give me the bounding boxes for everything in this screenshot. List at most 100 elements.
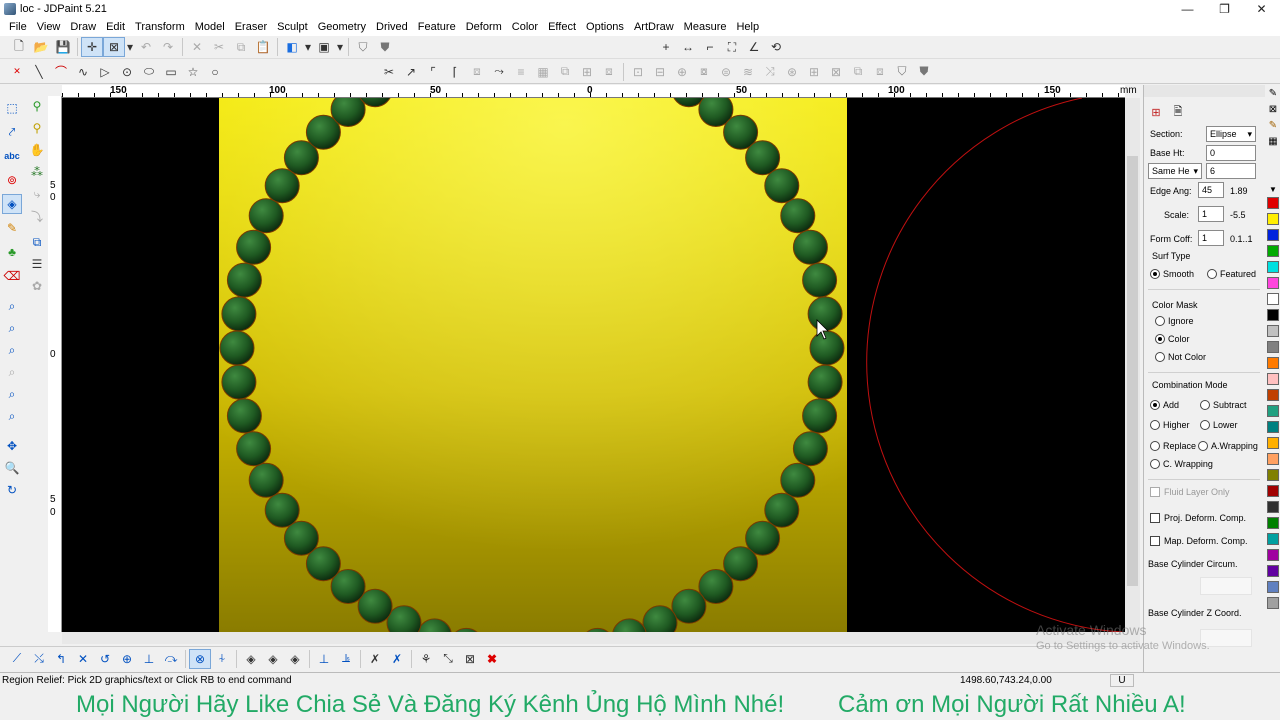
align-icon[interactable]: ⊛ [781,62,803,82]
color-swatch[interactable] [1267,437,1279,449]
base-ht-input[interactable]: 0 [1206,145,1256,161]
color-swatch[interactable] [1267,293,1279,305]
canvas-vertical-scrollbar[interactable] [1125,98,1140,632]
color-swatch[interactable] [1267,389,1279,401]
paste-icon[interactable]: 📋 [252,37,274,57]
zoom-fit-icon[interactable]: ⌕ [2,406,22,426]
comb-lower-radio[interactable]: Lower [1200,420,1238,430]
menu-draw[interactable]: Draw [65,18,101,36]
pan-icon[interactable]: ✥ [2,436,22,456]
split-icon[interactable]: ⫡ [335,649,357,669]
menu-drived[interactable]: Drived [371,18,413,36]
polygon-icon[interactable]: ▷ [94,62,116,82]
select-box-icon[interactable]: ⬚ [2,98,22,118]
color-swatch[interactable] [1267,501,1279,513]
same-he-select[interactable]: Same He [1148,163,1202,179]
proj-deform-checkbox[interactable]: Proj. Deform. Comp. [1150,513,1246,523]
tree-icon[interactable]: ♣ [2,242,22,262]
color-swatch[interactable] [1267,325,1279,337]
menu-edit[interactable]: Edit [101,18,130,36]
color-swatch[interactable] [1267,309,1279,321]
diamond3-icon[interactable]: ◈ [284,649,306,669]
menu-feature[interactable]: Feature [413,18,461,36]
mask-color-radio[interactable]: Color [1155,334,1190,344]
width-icon[interactable]: ↔ [677,37,699,57]
flower-icon[interactable]: ✿ [27,276,47,296]
align-icon[interactable]: ⧉ [847,62,869,82]
chamfer-icon[interactable]: ⌈ [444,62,466,82]
color-swatch[interactable] [1267,197,1279,209]
tangent-icon[interactable]: ⤼ [160,649,182,669]
surf-featured-radio[interactable]: Featured [1207,269,1256,279]
magnify-icon[interactable]: 🔍 [2,458,22,478]
align-icon[interactable]: ⤨ [759,62,781,82]
mask-ignore-radio[interactable]: Ignore [1155,316,1194,326]
color-swatch[interactable] [1267,357,1279,369]
align-icon[interactable]: ⊟ [649,62,671,82]
node-select-icon[interactable]: ⤤ [2,122,22,142]
mesh-icon[interactable]: ⊠ [459,649,481,669]
zoom-out-icon[interactable]: ⌕ [2,340,22,360]
dropdown-icon[interactable]: ▾ [125,37,135,57]
menu-file[interactable]: File [4,18,32,36]
align-icon[interactable]: ⧈ [869,62,891,82]
distribute-icon[interactable]: ⊞ [576,62,598,82]
bulb-icon[interactable]: ⚲ [27,118,47,138]
comb-cwrapping-radio[interactable]: C. Wrapping [1150,459,1213,469]
align-icon[interactable]: ⊜ [715,62,737,82]
map-deform-checkbox[interactable]: Map. Deform. Comp. [1150,536,1248,546]
layers-icon[interactable]: ☰ [27,254,47,274]
stamp-icon[interactable]: ⧉ [27,232,47,252]
node-icon[interactable]: ⌐ [699,37,721,57]
align-icon[interactable]: ⧉ [554,62,576,82]
break-icon[interactable]: ✕ [72,649,94,669]
shield-icon[interactable]: ⛉ [891,62,913,82]
rotate-icon[interactable]: ⟲ [765,37,787,57]
color-swatch[interactable] [1267,517,1279,529]
comb-subtract-radio[interactable]: Subtract [1200,400,1247,410]
menu-effect[interactable]: Effect [543,18,581,36]
arc-icon[interactable]: ⌒ [50,62,72,82]
minimize-button[interactable]: — [1169,0,1206,18]
star-icon[interactable]: ☆ [182,62,204,82]
shield2-icon[interactable]: ⛊ [374,37,396,57]
color-swatch[interactable] [1267,341,1279,353]
menu-artdraw[interactable]: ArtDraw [629,18,679,36]
zoom-prev-icon[interactable]: ⌕ [2,362,22,382]
diamond-icon[interactable]: ◈ [240,649,262,669]
menu-measure[interactable]: Measure [679,18,732,36]
lifebuoy-icon[interactable]: ⊚ [2,170,22,190]
snap-icon[interactable]: ⍭ [211,649,233,669]
angle-icon[interactable]: ∠ [743,37,765,57]
align-icon[interactable]: ⊕ [671,62,693,82]
array-icon[interactable]: ▦ [532,62,554,82]
shield-icon[interactable]: ⛉ [352,37,374,57]
dropdown-icon[interactable]: ▾ [303,37,313,57]
edge-ang-input[interactable]: 45 [1198,182,1224,198]
color-swatch[interactable] [1267,373,1279,385]
align-icon[interactable]: ⊠ [825,62,847,82]
align-icon[interactable]: ≋ [737,62,759,82]
pin-icon[interactable]: ⚲ [27,96,47,116]
base-cylinder-circum-input[interactable] [1200,577,1252,595]
join-icon[interactable]: ⊥ [313,649,335,669]
comb-replace-radio[interactable]: Replace [1150,441,1196,451]
snap-red-icon[interactable]: ✗ [386,649,408,669]
mask-not-color-radio[interactable]: Not Color [1155,352,1206,362]
color-swatch[interactable] [1267,213,1279,225]
grid-icon[interactable]: ⁂ [27,162,47,182]
align-icon[interactable]: ⊡ [627,62,649,82]
tab-properties-icon[interactable]: ⊞ [1148,104,1164,120]
curve-icon[interactable]: ↰ [50,649,72,669]
mesh-icon[interactable]: ⤡ [437,649,459,669]
point-icon[interactable]: ⊗ [189,648,211,669]
status-unit-button[interactable]: U [1110,674,1134,687]
align-icon[interactable]: ⧇ [693,62,715,82]
surf-smooth-radio[interactable]: Smooth [1150,269,1194,279]
chevron-down-icon[interactable]: ▼ [1267,183,1279,195]
color-swatch[interactable] [1267,277,1279,289]
menu-help[interactable]: Help [731,18,764,36]
view-box-icon[interactable]: ▣ [313,37,335,57]
menu-transform[interactable]: Transform [130,18,190,36]
fillet-icon[interactable]: ⌜ [422,62,444,82]
